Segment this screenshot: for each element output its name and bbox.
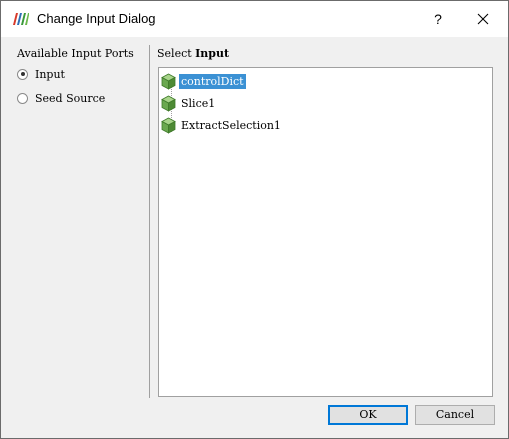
help-button[interactable]: ? [422,1,454,37]
select-prefix: Select [157,47,192,60]
cancel-button[interactable]: Cancel [415,405,495,425]
title-bar: Change Input Dialog ? [1,1,508,37]
tree-item-controldict[interactable]: controlDict [160,71,246,91]
select-input-panel: Select Input controlDict Slice1 ExtractS… [150,37,508,399]
window-title: Change Input Dialog [37,11,156,26]
tree-item-label: ExtractSelection1 [181,118,281,132]
green-cube-icon [161,95,176,112]
radio-input-label: Input [35,67,65,81]
ok-button[interactable]: OK [328,405,408,425]
tree-item-extractselection1[interactable]: ExtractSelection1 [160,115,283,135]
pipeline-tree[interactable]: controlDict Slice1 ExtractSelection1 [158,67,493,397]
green-cube-icon [161,73,176,90]
change-input-dialog: Change Input Dialog ? Available Input Po… [0,0,509,439]
available-input-ports-label: Available Input Ports [17,47,134,60]
radio-button-checked[interactable] [17,68,28,80]
close-icon [477,13,489,25]
tree-item-slice1[interactable]: Slice1 [160,93,217,113]
radio-seed-source-label: Seed Source [35,91,106,105]
tree-item-label: controlDict [179,73,246,89]
radio-seed-source[interactable]: Seed Source [17,90,105,106]
input-ports-panel: Available Input Ports Input Seed Source [1,37,149,399]
close-button[interactable] [467,1,501,37]
paraview-logo-icon [13,13,29,25]
select-target: Input [195,47,230,60]
select-input-label: Select Input [157,47,229,60]
radio-button-unchecked[interactable] [17,92,28,104]
radio-input[interactable]: Input [17,66,65,82]
help-icon: ? [434,11,442,27]
tree-item-label: Slice1 [181,96,216,110]
green-cube-icon [161,117,176,134]
